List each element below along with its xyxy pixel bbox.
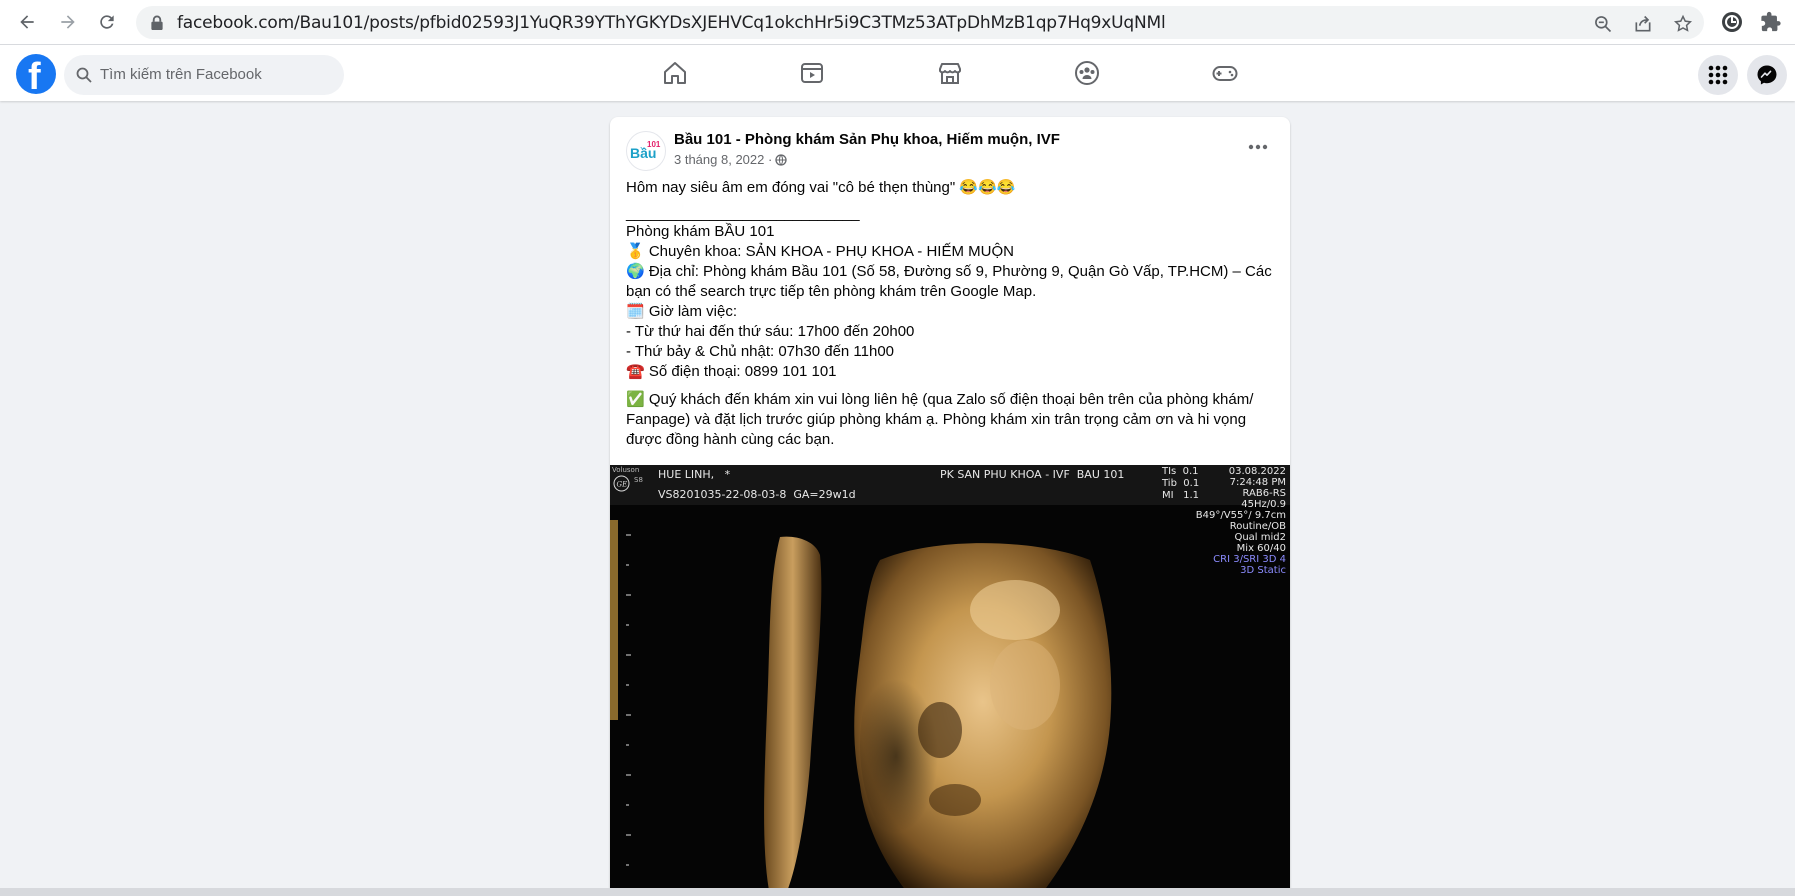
us-tis: TIs 0.1 xyxy=(1162,466,1199,477)
us-mix: Mix 60/40 xyxy=(1236,543,1286,554)
divider-line: ____________________________ xyxy=(626,205,860,222)
us-date: 03.08.2022 xyxy=(1228,466,1286,477)
url-text[interactable]: facebook.com/Bau101/posts/pfbid02593J1Yu… xyxy=(177,13,1166,33)
reload-icon[interactable] xyxy=(93,8,121,36)
page-name[interactable]: Bầu 101 - Phòng khám Sản Phụ khoa, Hiếm … xyxy=(674,131,1060,148)
us-preset: Routine/OB xyxy=(1229,521,1286,532)
post-card: Bầu 101 Bầu 101 - Phòng khám Sản Phụ kho… xyxy=(610,117,1290,896)
post-meta: 3 tháng 8, 2022 · xyxy=(674,152,787,167)
post-line: 🌍 Địa chỉ: Phòng khám Bầu 101 (Số 58, Đư… xyxy=(626,263,1276,300)
nav-tab-groups[interactable] xyxy=(1031,45,1142,101)
watch-icon xyxy=(800,63,823,83)
post-options-button[interactable] xyxy=(1240,129,1276,165)
forward-icon[interactable] xyxy=(54,8,82,36)
post-line: 🗓️ Giờ làm việc: xyxy=(626,303,738,320)
search-icon xyxy=(76,67,92,83)
us-qual: Qual mid2 xyxy=(1234,532,1286,543)
share-icon[interactable] xyxy=(1633,14,1653,34)
messenger-button[interactable] xyxy=(1747,55,1787,95)
us-time: 7:24:48 PM xyxy=(1229,477,1286,488)
globe-icon xyxy=(775,153,787,166)
post-line: Phòng khám BẦU 101 xyxy=(626,223,775,240)
home-icon xyxy=(663,62,686,84)
post-line: 🥇 Chuyên khoa: SẢN KHOA - PHỤ KHOA - HIẾ… xyxy=(626,243,1014,260)
us-probe: RAB6-RS xyxy=(1242,488,1286,499)
menu-button[interactable] xyxy=(1698,55,1738,95)
zoom-out-icon[interactable] xyxy=(1593,14,1613,34)
gaming-icon xyxy=(1212,66,1237,81)
us-clinic: PK SAN PHU KHOA - IVF BAU 101 xyxy=(940,468,1125,481)
post-line: - Thứ bảy & Chủ nhật: 07h30 đến 11h00 xyxy=(626,343,895,360)
post-body: Hôm nay siêu âm em đóng vai "cô bé thẹn … xyxy=(626,178,1276,450)
messenger-icon xyxy=(1757,65,1777,85)
avatar-badge: 101 xyxy=(647,140,661,149)
bottom-strip xyxy=(0,888,1795,896)
us-mi: MI 1.1 xyxy=(1162,490,1200,501)
marketplace-icon xyxy=(938,63,961,84)
us-right-panel: 03.08.2022 7:24:48 PM RAB6-RS 45Hz/0.9 B… xyxy=(1196,466,1286,576)
facebook-header: f Tìm kiếm trên Facebook xyxy=(0,45,1795,101)
star-icon[interactable] xyxy=(1673,14,1693,34)
extensions-puzzle-icon[interactable] xyxy=(1760,11,1782,33)
browser-toolbar: facebook.com/Bau101/posts/pfbid02593J1Yu… xyxy=(0,0,1795,45)
ge-logo-icon: GE xyxy=(613,475,630,492)
post-date[interactable]: 3 tháng 8, 2022 · xyxy=(674,152,772,167)
facebook-logo[interactable]: f xyxy=(16,54,56,94)
post-photo[interactable]: Voluson S8 GE HUE LINH, * VS8201035-22-0… xyxy=(610,465,1290,896)
post-line: ☎️ Số điện thoại: 0899 101 101 xyxy=(626,363,837,380)
search-placeholder: Tìm kiếm trên Facebook xyxy=(100,66,262,83)
ultrasound-3d-image xyxy=(610,465,1290,896)
profile-extension-icon[interactable] xyxy=(1721,11,1743,33)
nav-tab-marketplace[interactable] xyxy=(894,45,1005,101)
us-patient: HUE LINH, * xyxy=(658,468,731,481)
us-freq: 45Hz/0.9 xyxy=(1241,499,1286,510)
us-mode: 3D Static xyxy=(1240,565,1286,576)
us-model: S8 xyxy=(634,476,643,484)
post-line: - Từ thứ hai đến thứ sáu: 17h00 đến 20h0… xyxy=(626,323,915,340)
nav-tab-watch[interactable] xyxy=(756,45,867,101)
address-bar[interactable]: facebook.com/Bau101/posts/pfbid02593J1Yu… xyxy=(136,6,1704,39)
us-cri: CRI 3/SRI 3D 4 xyxy=(1213,554,1286,565)
us-tib: Tib 0.1 xyxy=(1162,478,1200,489)
us-angle: B49°/V55°/ 9.7cm xyxy=(1195,510,1286,521)
groups-icon xyxy=(1074,61,1099,85)
page-avatar[interactable]: Bầu 101 xyxy=(626,131,666,171)
search-input[interactable]: Tìm kiếm trên Facebook xyxy=(64,55,344,95)
us-brand: Voluson xyxy=(612,466,640,474)
nav-tab-home[interactable] xyxy=(619,45,730,101)
more-options-icon xyxy=(1248,144,1268,150)
svg-text:GE: GE xyxy=(617,481,628,489)
post-line: Hôm nay siêu âm em đóng vai "cô bé thẹn … xyxy=(626,179,1016,196)
menu-grid-icon xyxy=(1708,65,1728,85)
lock-icon[interactable] xyxy=(150,15,164,30)
nav-tab-gaming[interactable] xyxy=(1169,45,1280,101)
back-icon[interactable] xyxy=(13,8,41,36)
post-note: ✅ Quý khách đến khám xin vui lòng liên h… xyxy=(626,391,1258,448)
us-id: VS8201035-22-08-03-8 GA=29w1d xyxy=(658,488,856,501)
